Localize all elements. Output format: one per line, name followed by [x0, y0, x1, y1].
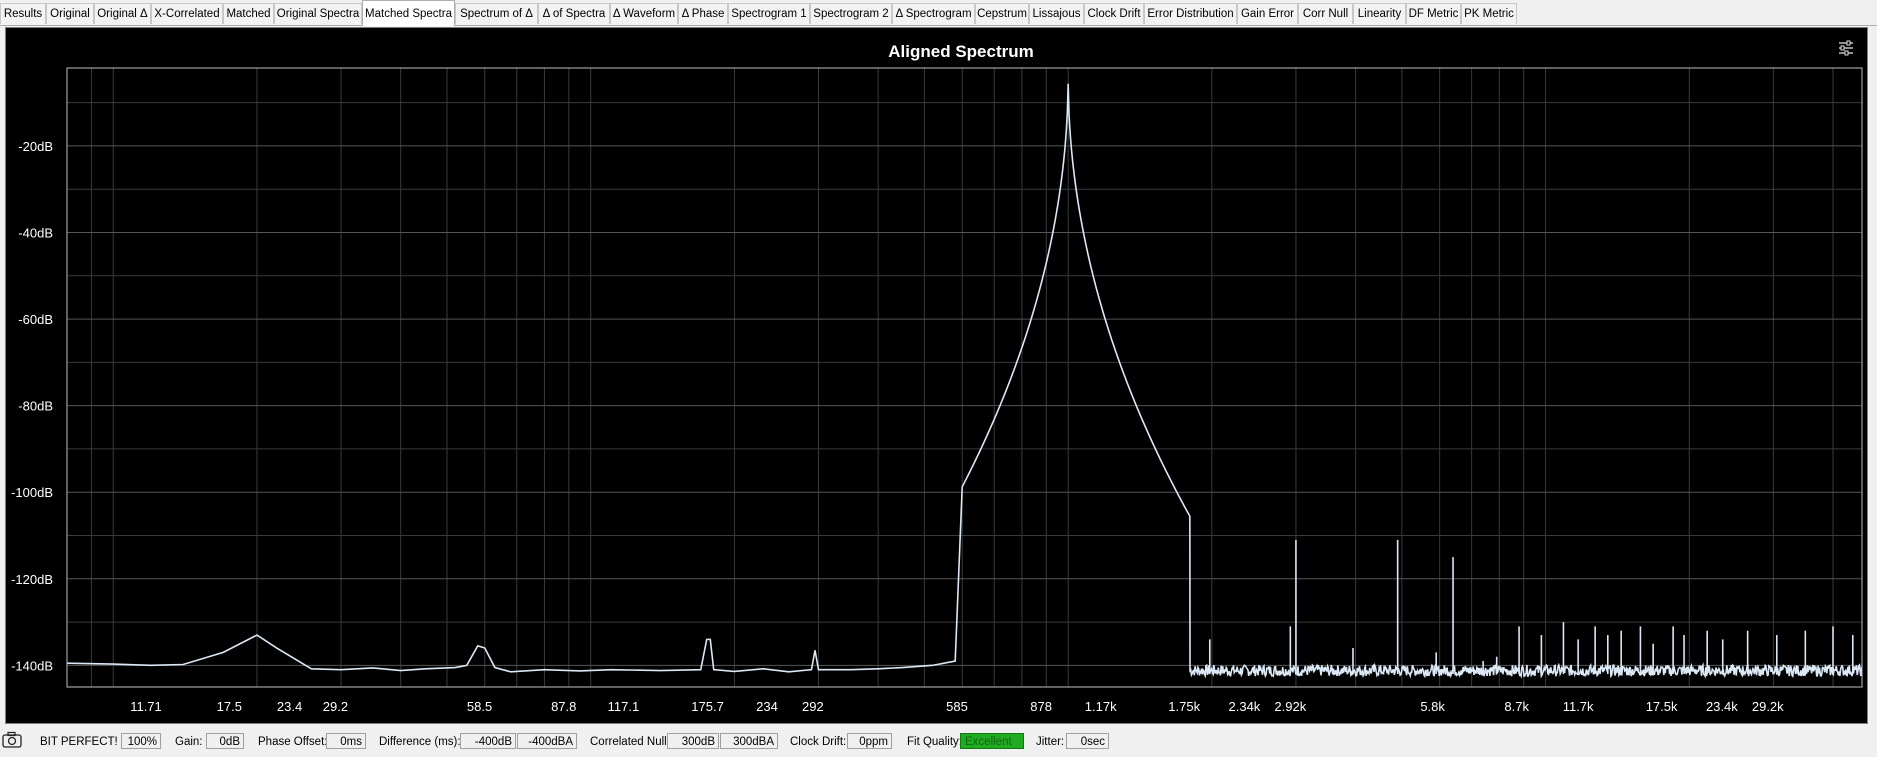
y-tick-label: -120dB: [11, 572, 53, 587]
x-tick-label: 585: [946, 699, 968, 714]
x-tick-label: 87.8: [551, 699, 576, 714]
x-tick-label: 29.2: [323, 699, 348, 714]
y-axis-ticks: -20dB -40dB -60dB -80dB -100dB -120dB -140dB: [11, 139, 53, 673]
y-tick-label: -20dB: [18, 139, 53, 154]
x-tick-label: 11.71: [130, 699, 162, 714]
x-tick-label: 878: [1030, 699, 1052, 714]
jitter-label: Jitter:: [1036, 736, 1065, 748]
chart-title: Aligned Spectrum: [888, 42, 1033, 61]
x-tick-label: 2.34k: [1229, 699, 1261, 714]
spectrum-chart: Aligned Spectrum -20dB -40dB -60dB -80dB -10…: [11, 42, 1863, 714]
x-axis-ticks: 11.71 17.5 23.4 29.2 58.5 87.8 117.1 175.7 234 29…: [130, 699, 1784, 714]
x-tick-label: 8.7k: [1504, 699, 1529, 714]
clock-drift-label: Clock Drift:: [790, 736, 847, 748]
x-tick-label: 17.5k: [1646, 699, 1678, 714]
x-tick-label: 58.5: [467, 699, 492, 714]
jitter-value: 0sec: [1066, 733, 1109, 749]
correlated-null-db-value: 300dB: [667, 733, 719, 749]
bit-perfect-percent: 100%: [121, 733, 161, 749]
difference-label: Difference (ms):: [379, 736, 461, 748]
x-tick-label: 1.75k: [1168, 699, 1200, 714]
bit-perfect-label: BIT PERFECT!: [40, 736, 118, 748]
x-tick-label: 5.8k: [1420, 699, 1445, 714]
gain-label: Gain:: [175, 736, 203, 748]
status-bar: BIT PERFECT! 100% Gain: 0dB Phase Offset…: [0, 726, 1877, 757]
camera-icon[interactable]: [2, 731, 22, 748]
x-tick-label: 175.7: [691, 699, 724, 714]
difference-db-value: -400dB: [460, 733, 516, 749]
sliders-icon[interactable]: [1838, 40, 1854, 56]
correlated-null-label: Correlated Null:: [590, 736, 670, 748]
y-tick-label: -60dB: [18, 312, 53, 327]
x-tick-label: 1.17k: [1085, 699, 1117, 714]
x-tick-label: 23.4k: [1706, 699, 1738, 714]
y-tick-label: -40dB: [18, 225, 53, 240]
tab-matched-spectra[interactable]: Matched Spectra: [362, 0, 455, 26]
x-tick-label: 17.5: [217, 699, 242, 714]
clock-drift-value: 0ppm: [847, 733, 892, 749]
difference-dba-value: -400dBA: [517, 733, 577, 749]
spectrum-series-line: [66, 83, 1863, 679]
y-tick-label: -80dB: [18, 399, 53, 414]
y-tick-label: -100dB: [11, 485, 53, 500]
gain-value: 0dB: [206, 733, 244, 749]
x-tick-label: 117.1: [608, 699, 640, 714]
x-tick-label: 11.7k: [1563, 699, 1594, 714]
x-tick-label: 234: [756, 699, 778, 714]
x-tick-label: 29.2k: [1752, 699, 1784, 714]
plot-frame: [66, 67, 1863, 688]
grid-lines: [66, 68, 1862, 687]
fit-quality-value: Excellent: [960, 733, 1024, 749]
phase-offset-value: 0ms: [326, 733, 366, 749]
x-tick-label: 292: [802, 699, 824, 714]
x-tick-label: 23.4: [277, 699, 302, 714]
harmonic-spurs: [1208, 539, 1854, 675]
correlated-null-dba-value: 300dBA: [720, 733, 778, 749]
phase-offset-label: Phase Offset:: [258, 736, 328, 748]
y-tick-label: -140dB: [11, 658, 53, 673]
fit-quality-label: Fit Quality:: [907, 736, 962, 748]
x-tick-label: 2.92k: [1274, 699, 1306, 714]
